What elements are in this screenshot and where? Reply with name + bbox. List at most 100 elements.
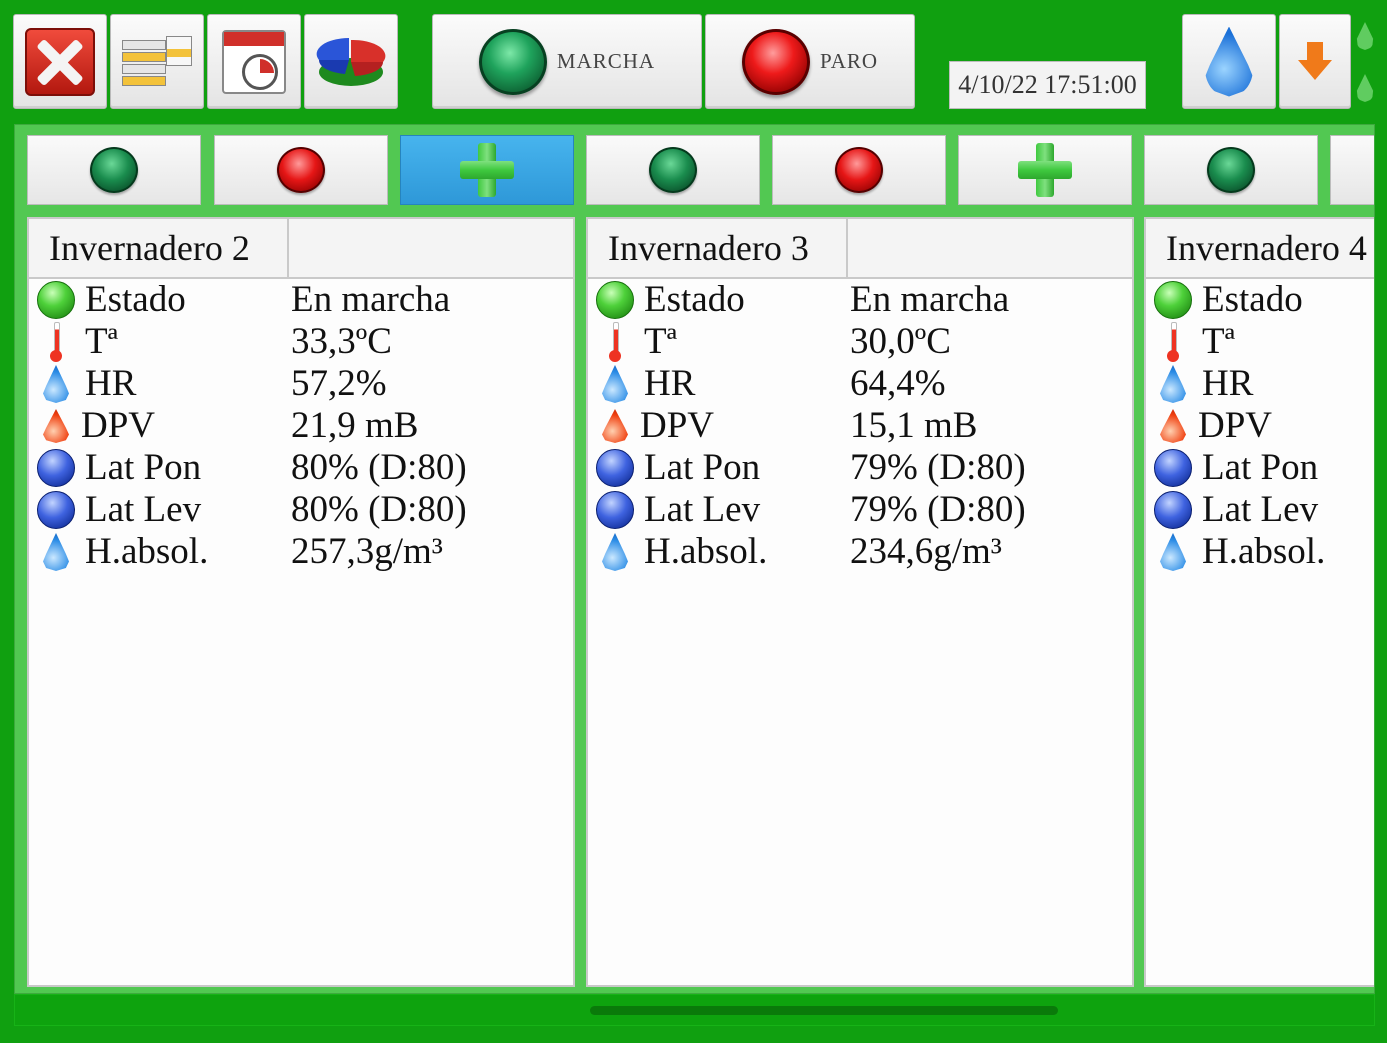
- status-green-icon: [596, 281, 634, 319]
- row-value: 64,4%: [850, 363, 946, 404]
- row-value: 80% (D:80): [291, 447, 467, 488]
- side-drop-icon: [1356, 74, 1374, 102]
- row-label: Lat Lev: [85, 489, 202, 530]
- add-button-2[interactable]: [958, 135, 1132, 205]
- green-button-icon: [649, 147, 697, 193]
- thermometer-icon: [50, 322, 62, 362]
- plus-icon: [1018, 143, 1072, 197]
- start-button-3[interactable]: [1144, 135, 1318, 205]
- red-button-icon: [741, 28, 810, 95]
- arrow-down-icon: [1298, 41, 1332, 82]
- status-green-icon: [37, 281, 75, 319]
- list-icon: [122, 34, 192, 90]
- water-button[interactable]: [1182, 14, 1276, 109]
- close-icon: [25, 27, 95, 96]
- row-label: H.absol.: [644, 531, 768, 572]
- row-label: H.absol.: [85, 531, 209, 572]
- row-value: 15,1 mB: [850, 405, 978, 446]
- row-value: 79% (D:80): [850, 489, 1026, 530]
- row-label: Lat Lev: [644, 489, 761, 530]
- close-button[interactable]: [13, 14, 107, 109]
- water-drop-icon: [1205, 26, 1253, 97]
- row-label: Lat Lev: [1202, 489, 1319, 530]
- row-value: 30,0ºC: [850, 321, 951, 362]
- row-value: 79% (D:80): [850, 447, 1026, 488]
- row-value: 234,6g/m³: [850, 531, 1002, 572]
- row-label: Estado: [85, 279, 186, 320]
- row-label: HR: [85, 363, 137, 404]
- calendar-clock-icon: [222, 29, 286, 94]
- side-drop-icon: [1356, 22, 1374, 50]
- start-button-2[interactable]: [586, 135, 760, 205]
- humidity-drop-icon: [43, 533, 69, 571]
- pie-chart-icon: [316, 37, 386, 86]
- row-label: HR: [1202, 363, 1254, 404]
- green-button-icon: [90, 147, 138, 193]
- row-label: Tª: [85, 321, 118, 362]
- thermometer-icon: [609, 322, 621, 362]
- download-button[interactable]: [1279, 14, 1351, 109]
- greenhouse-card: Invernadero 2 Estado En marcha Tª 33,3ºC…: [27, 217, 575, 987]
- status-green-icon: [1154, 281, 1192, 319]
- row-value: En marcha: [850, 279, 1010, 320]
- row-label: H.absol.: [1202, 531, 1326, 572]
- greenhouse-name: Invernadero 4: [1146, 219, 1374, 277]
- row-label: Tª: [1202, 321, 1235, 362]
- plus-icon: [460, 143, 514, 197]
- red-button-icon: [835, 147, 883, 193]
- row-label: Lat Pon: [85, 447, 202, 488]
- thermometer-icon: [1167, 322, 1179, 362]
- red-drop-icon: [1160, 409, 1186, 443]
- blue-ball-icon: [37, 491, 75, 529]
- red-drop-icon: [602, 409, 628, 443]
- greenhouse-panel: Invernadero 2 Estado En marcha Tª 33,3ºC…: [14, 124, 1375, 994]
- blue-ball-icon: [37, 449, 75, 487]
- row-label: HR: [644, 363, 696, 404]
- blue-ball-icon: [596, 449, 634, 487]
- stop-button-1[interactable]: [214, 135, 388, 205]
- green-button-icon: [1207, 147, 1255, 193]
- calendar-button[interactable]: [207, 14, 301, 109]
- humidity-drop-icon: [43, 365, 69, 403]
- green-button-icon: [478, 28, 547, 95]
- marcha-label: MARCHA: [556, 49, 656, 73]
- datetime-display: 4/10/22 17:51:00: [949, 61, 1146, 109]
- row-label: Tª: [644, 321, 677, 362]
- red-drop-icon: [43, 409, 69, 443]
- blue-ball-icon: [596, 491, 634, 529]
- add-button-1[interactable]: [400, 135, 574, 205]
- row-label: DPV: [81, 405, 156, 446]
- row-value: 80% (D:80): [291, 489, 467, 530]
- greenhouse-card: Invernadero 3 Estado En marcha Tª 30,0ºC…: [586, 217, 1134, 987]
- paro-label: PARO: [819, 49, 879, 73]
- horizontal-scrollbar-thumb[interactable]: [590, 1006, 1058, 1015]
- row-label: Lat Pon: [1202, 447, 1319, 488]
- row-value: En marcha: [291, 279, 451, 320]
- row-label: DPV: [1198, 405, 1273, 446]
- stop-button-2[interactable]: [772, 135, 946, 205]
- humidity-drop-icon: [602, 365, 628, 403]
- blue-ball-icon: [1154, 491, 1192, 529]
- chart-button[interactable]: [304, 14, 398, 109]
- row-value: 33,3ºC: [291, 321, 392, 362]
- greenhouse-card: Invernadero 4 Estado Tª HR DPV Lat Pon L…: [1144, 217, 1374, 987]
- marcha-button[interactable]: MARCHA: [432, 14, 702, 109]
- row-label: Lat Pon: [644, 447, 761, 488]
- humidity-drop-icon: [602, 533, 628, 571]
- start-button-1[interactable]: [27, 135, 201, 205]
- row-value: 21,9 mB: [291, 405, 419, 446]
- stop-button-3[interactable]: [1330, 135, 1374, 205]
- row-value: 57,2%: [291, 363, 387, 404]
- row-label: Estado: [1202, 279, 1303, 320]
- humidity-drop-icon: [1160, 533, 1186, 571]
- row-label: Estado: [644, 279, 745, 320]
- red-button-icon: [277, 147, 325, 193]
- blue-ball-icon: [1154, 449, 1192, 487]
- row-label: DPV: [640, 405, 715, 446]
- list-button[interactable]: [110, 14, 204, 109]
- greenhouse-name: Invernadero 3: [588, 219, 848, 277]
- paro-button[interactable]: PARO: [705, 14, 915, 109]
- row-value: 257,3g/m³: [291, 531, 443, 572]
- greenhouse-name: Invernadero 2: [29, 219, 289, 277]
- humidity-drop-icon: [1160, 365, 1186, 403]
